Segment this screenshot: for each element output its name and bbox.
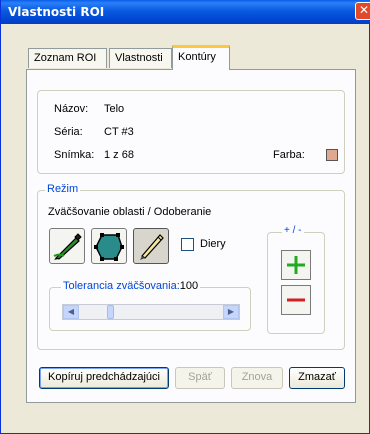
tab-label: Kontúry	[178, 51, 216, 63]
plusminus-legend: + / -	[282, 225, 304, 236]
name-label: Názov:	[54, 103, 89, 115]
mode-description: Zväčšovanie oblasti / Odoberanie	[48, 206, 212, 218]
slice-value: 1 z 68	[104, 149, 134, 161]
mode-legend: Režim	[45, 183, 81, 195]
tab-label: Zoznam ROI	[34, 52, 97, 64]
scroll-right-arrow[interactable]: ▶	[223, 305, 239, 319]
tolerance-value: 100	[179, 280, 199, 292]
pen-stroke-icon	[140, 234, 164, 260]
delete-button[interactable]: Zmazať	[289, 367, 345, 389]
name-value: Telo	[104, 103, 125, 115]
fill-tool-button[interactable]	[49, 228, 85, 264]
chevron-right-icon: ▶	[227, 307, 235, 316]
color-swatch[interactable]	[326, 149, 338, 161]
series-value: CT #3	[104, 126, 134, 138]
slider-thumb[interactable]	[107, 305, 114, 319]
tolerance-legend: Tolerancia zväčšovania:100	[61, 280, 201, 292]
minus-button[interactable]	[281, 285, 311, 315]
tab-roi-list[interactable]: Zoznam ROI	[28, 48, 107, 68]
polygon-tool-button[interactable]	[91, 228, 127, 264]
window-title: Vlastnosti ROI	[8, 5, 105, 19]
redo-button[interactable]: Znova	[231, 367, 283, 389]
minus-icon	[287, 298, 305, 302]
undo-button[interactable]: Späť	[175, 367, 225, 389]
tab-properties[interactable]: Vlastnosti	[109, 48, 172, 68]
plus-button[interactable]	[281, 250, 311, 280]
series-label: Séria:	[54, 126, 83, 138]
pen-tool-button[interactable]	[133, 228, 169, 264]
pencil-fill-icon	[53, 233, 82, 260]
slice-label: Snímka:	[54, 149, 95, 161]
plusminus-group	[267, 232, 325, 334]
title-bar[interactable]: Vlastnosti ROI ✕	[1, 0, 370, 24]
properties-window: Vlastnosti ROI ✕ Zoznam ROI Vlastnosti K…	[0, 0, 370, 434]
close-button[interactable]: ✕	[355, 2, 370, 20]
holes-checkbox[interactable]	[181, 238, 194, 251]
close-icon: ✕	[358, 3, 370, 17]
scroll-left-arrow[interactable]: ◀	[63, 305, 79, 319]
chevron-left-icon: ◀	[67, 307, 75, 316]
tolerance-slider[interactable]: ◀ ▶	[62, 304, 240, 320]
tolerance-label: Tolerancia zväčšovania:	[63, 280, 180, 292]
tab-contours[interactable]: Kontúry	[172, 45, 230, 70]
holes-label: Diery	[200, 238, 226, 250]
polygon-icon	[94, 233, 124, 261]
tab-label: Vlastnosti	[115, 52, 163, 64]
copy-previous-button[interactable]: Kopíruj predchádzajúci	[39, 367, 169, 389]
color-label: Farba:	[273, 149, 305, 161]
plus-icon	[287, 256, 305, 274]
